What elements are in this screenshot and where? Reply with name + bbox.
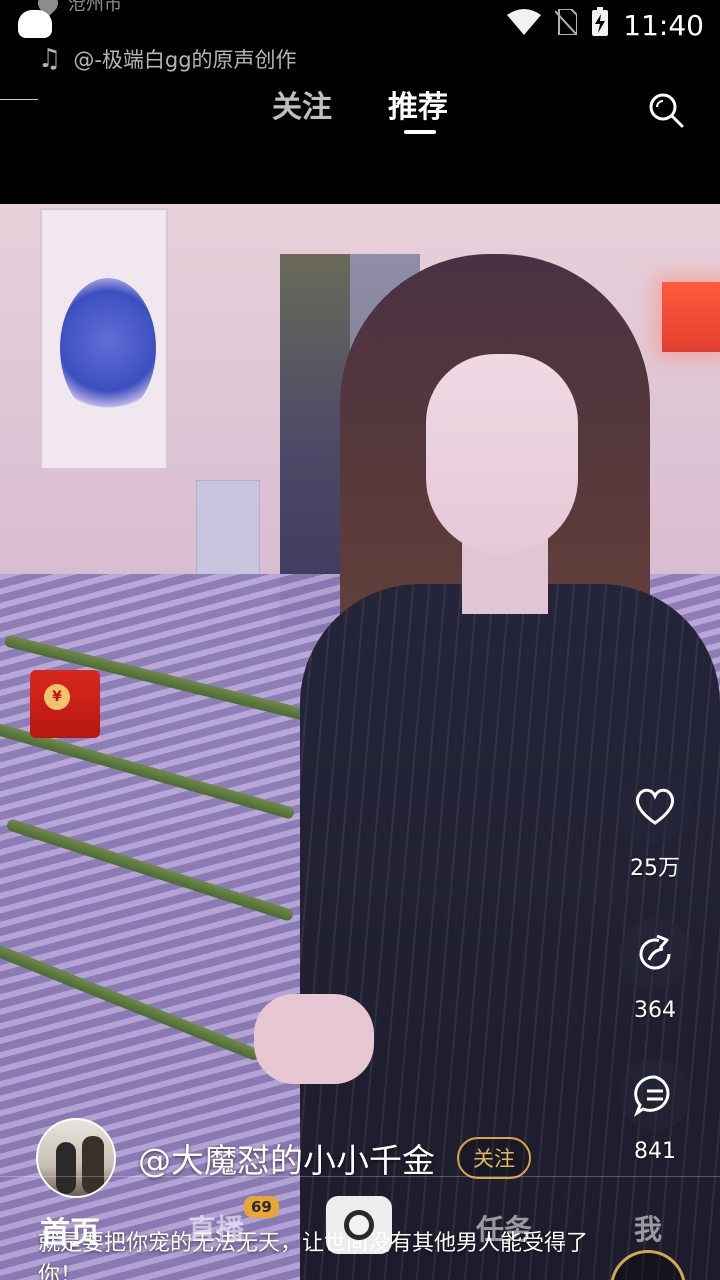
nav-live[interactable]: 直播	[188, 1208, 244, 1248]
video-person-face	[426, 354, 578, 554]
original-sound-label: @-极端白gg的原声创作	[73, 48, 297, 72]
nav-me[interactable]: 我	[634, 1208, 662, 1248]
music-note-icon: ♫	[38, 44, 62, 74]
comment-action[interactable]: 841	[619, 1059, 691, 1164]
original-sound[interactable]: ♫ @-极端白gg的原声创作	[38, 44, 297, 74]
follow-button[interactable]: 关注	[457, 1137, 531, 1179]
comment-icon	[633, 1075, 670, 1117]
battery-charging-icon	[591, 7, 609, 43]
tab-recommend[interactable]: 推荐	[388, 82, 448, 142]
bottom-nav: 首页 直播 69 任务 我	[0, 1196, 720, 1266]
nav-home[interactable]: 首页	[40, 1208, 100, 1252]
comment-button[interactable]	[619, 1059, 691, 1131]
nav-divider	[0, 1176, 720, 1177]
yuan-icon: ¥	[44, 684, 70, 710]
no-sim-icon	[554, 8, 579, 41]
video-poster	[40, 208, 168, 470]
camera-icon	[344, 1210, 374, 1240]
search-icon	[649, 93, 684, 128]
share-button[interactable]	[619, 918, 691, 990]
camera-button[interactable]	[326, 1196, 392, 1254]
share-icon	[639, 934, 671, 970]
live-badge: 69	[244, 1196, 279, 1218]
search-button[interactable]	[646, 90, 686, 130]
author-name[interactable]: @大魔怼的小小千金	[138, 1134, 435, 1182]
like-button[interactable]	[619, 770, 691, 842]
author-row: @大魔怼的小小千金 关注	[36, 1118, 531, 1198]
nav-task[interactable]: 任务	[476, 1208, 532, 1248]
status-bar: 11:40	[0, 0, 720, 50]
like-action[interactable]: 25万	[619, 770, 691, 882]
app-screen: ¥ 沧州市 11:40 ♫ @-极端白gg的原声创作 关注 推荐 25万 364…	[0, 0, 720, 1280]
like-count: 25万	[630, 856, 680, 881]
heart-icon	[635, 788, 675, 825]
top-tab-bar: 关注 推荐	[0, 82, 720, 142]
video-person-hands	[254, 994, 374, 1084]
comment-count: 841	[634, 1139, 676, 1164]
share-action[interactable]: 364	[619, 918, 691, 1023]
red-packet-button[interactable]: ¥	[30, 670, 100, 738]
tab-following[interactable]: 关注	[272, 82, 332, 142]
share-count: 364	[634, 998, 676, 1023]
video-red-sign	[662, 282, 720, 352]
action-rail: 25万 364 841	[610, 770, 700, 1200]
status-time: 11:40	[623, 8, 704, 42]
author-avatar[interactable]	[36, 1118, 116, 1198]
wifi-icon	[507, 9, 542, 41]
